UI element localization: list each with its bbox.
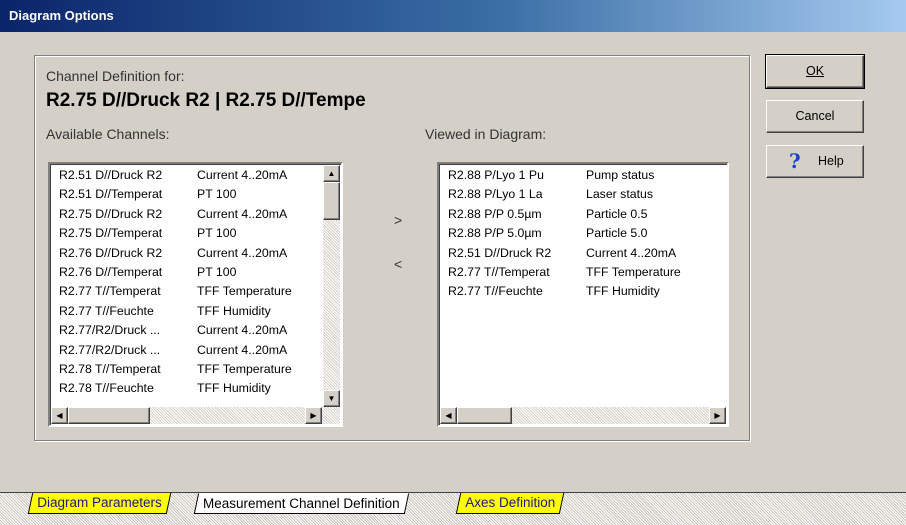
channel-type: Current 4..20mA [197,342,288,357]
viewed-in-diagram-rows: R2.88 P/Lyo 1 Pu Pump status R2.88 P/Lyo 1… [448,168,718,304]
list-item[interactable]: R2.78 T//Feuchte TFF Humidity [59,381,315,400]
list-item[interactable]: R2.77/R2/Druck ... Current 4..20mA [59,323,315,342]
list-item[interactable]: R2.51 D//Druck R2 Current 4..20mA [448,246,718,265]
channel-definition-heading: R2.75 D//Druck R2 | R2.75 D//Tempe [46,90,366,111]
channel-type: Current 4..20mA [197,245,288,260]
list-item[interactable]: R2.76 D//Temperat PT 100 [59,265,315,284]
list-item[interactable]: R2.78 T//Temperat TFF Temperature [59,362,315,381]
channel-name: R2.76 D//Druck R2 [59,245,163,260]
list-item[interactable]: R2.75 D//Druck R2 Current 4..20mA [59,207,315,226]
channel-type: TFF Humidity [197,303,271,318]
scroll-right-arrow-icon[interactable]: ▶ [709,407,726,424]
tab-axes-definition[interactable]: Axes Definition [455,493,565,514]
tab-diagram-parameters-label: Diagram Parameters [37,495,162,510]
available-channels-list[interactable]: R2.51 D//Druck R2 Current 4..20mA R2.51 D/… [48,162,343,427]
channel-type: Current 4..20mA [586,245,677,260]
channel-type: Particle 0.5 [586,206,648,221]
remove-channel-button[interactable]: < [394,256,402,272]
channel-type: Particle 5.0 [586,226,648,241]
scroll-right-arrow-icon[interactable]: ▶ [305,407,322,424]
channel-name: R2.78 T//Feuchte [59,381,154,396]
question-mark-icon: ? [789,149,801,173]
channel-name: R2.75 D//Druck R2 [59,206,163,221]
channel-type: TFF Temperature [197,361,292,376]
channel-name: R2.51 D//Druck R2 [448,245,552,260]
channel-name: R2.77 T//Temperat [448,264,550,279]
channel-type: PT 100 [197,187,237,202]
available-channels-rows: R2.51 D//Druck R2 Current 4..20mA R2.51 D/… [59,168,315,401]
viewed-horizontal-scrollbar[interactable]: ◀ ▶ [440,407,726,424]
add-channel-button[interactable]: > [394,212,402,228]
cancel-button-label: Cancel [795,109,835,123]
channel-name: R2.77/R2/Druck ... [59,342,161,357]
cancel-button[interactable]: Cancel [766,100,864,133]
list-item[interactable]: R2.88 P/P 0.5µm Particle 0.5 [448,207,718,226]
list-item[interactable]: R2.88 P/Lyo 1 La Laser status [448,187,718,206]
channel-name: R2.78 T//Temperat [59,361,161,376]
available-channels-label: Available Channels: [46,126,170,142]
viewed-in-diagram-list[interactable]: R2.88 P/Lyo 1 Pu Pump status R2.88 P/Lyo 1… [437,162,729,427]
window-title: Diagram Options [9,8,114,23]
channel-name: R2.88 P/P 0.5µm [448,206,542,221]
list-item[interactable]: R2.77 T//Temperat TFF Temperature [448,265,718,284]
channel-type: Current 4..20mA [197,206,288,221]
list-item[interactable]: R2.75 D//Temperat PT 100 [59,226,315,245]
available-horizontal-scroll-thumb[interactable] [68,407,150,424]
scroll-left-arrow-icon[interactable]: ◀ [440,407,457,424]
tab-diagram-parameters[interactable]: Diagram Parameters [27,493,171,514]
channel-type: Pump status [586,168,655,182]
channel-name: R2.77/R2/Druck ... [59,323,161,338]
help-button[interactable]: ? Help [766,145,864,178]
list-item[interactable]: R2.77 T//Feuchte TFF Humidity [59,304,315,323]
list-item[interactable]: R2.88 P/P 5.0µm Particle 5.0 [448,226,718,245]
channel-definition-label: Channel Definition for: [46,68,185,84]
list-item[interactable]: R2.77 T//Temperat TFF Temperature [59,284,315,303]
list-item[interactable]: R2.51 D//Druck R2 Current 4..20mA [59,168,315,187]
channel-type: TFF Temperature [586,264,681,279]
available-vertical-scroll-thumb[interactable] [323,182,340,220]
available-vertical-scrollbar[interactable]: ▲ ▼ [323,165,340,407]
channel-name: R2.51 D//Temperat [59,187,163,202]
list-item[interactable]: R2.77 T//Feuchte TFF Humidity [448,284,718,303]
window-titlebar: Diagram Options [0,0,906,32]
list-item[interactable]: R2.88 P/Lyo 1 Pu Pump status [448,168,718,187]
channel-name: R2.75 D//Temperat [59,226,163,241]
channel-definition-group: Channel Definition for: R2.75 D//Druck R… [34,55,750,441]
scroll-left-arrow-icon[interactable]: ◀ [51,407,68,424]
ok-button-label: OK [805,64,825,78]
available-horizontal-scrollbar[interactable]: ◀ ▶ [51,407,340,424]
list-item[interactable]: R2.77/R2/Druck ... Current 4..20mA [59,343,315,362]
channel-type: TFF Humidity [586,284,660,299]
tab-axes-definition-label: Axes Definition [465,495,556,510]
viewed-horizontal-scroll-thumb[interactable] [457,407,512,424]
channel-type: Current 4..20mA [197,168,288,182]
channel-type: TFF Humidity [197,381,271,396]
channel-name: R2.88 P/P 5.0µm [448,226,542,241]
help-button-label: Help [818,154,844,168]
channel-type: Laser status [586,187,653,202]
channel-name: R2.88 P/Lyo 1 Pu [448,168,544,182]
channel-type: PT 100 [197,226,237,241]
list-item[interactable]: R2.51 D//Temperat PT 100 [59,187,315,206]
channel-type: PT 100 [197,264,237,279]
channel-name: R2.77 T//Temperat [59,284,161,299]
list-item[interactable]: R2.76 D//Druck R2 Current 4..20mA [59,246,315,265]
channel-name: R2.88 P/Lyo 1 La [448,187,543,202]
channel-name: R2.77 T//Feuchte [59,303,154,318]
tab-strip: Diagram Parameters Measurement Channel D… [0,492,906,525]
channel-name: R2.76 D//Temperat [59,264,163,279]
channel-type: TFF Temperature [197,284,292,299]
scroll-up-arrow-icon[interactable]: ▲ [323,165,340,182]
channel-type: Current 4..20mA [197,323,288,338]
channel-name: R2.77 T//Feuchte [448,284,543,299]
scroll-down-arrow-icon[interactable]: ▼ [323,390,340,407]
tab-measurement-channel-definition-label: Measurement Channel Definition [203,496,400,511]
viewed-in-diagram-label: Viewed in Diagram: [425,126,547,142]
tab-measurement-channel-definition[interactable]: Measurement Channel Definition [193,493,409,514]
channel-name: R2.51 D//Druck R2 [59,168,163,182]
ok-button[interactable]: OK [765,54,865,89]
